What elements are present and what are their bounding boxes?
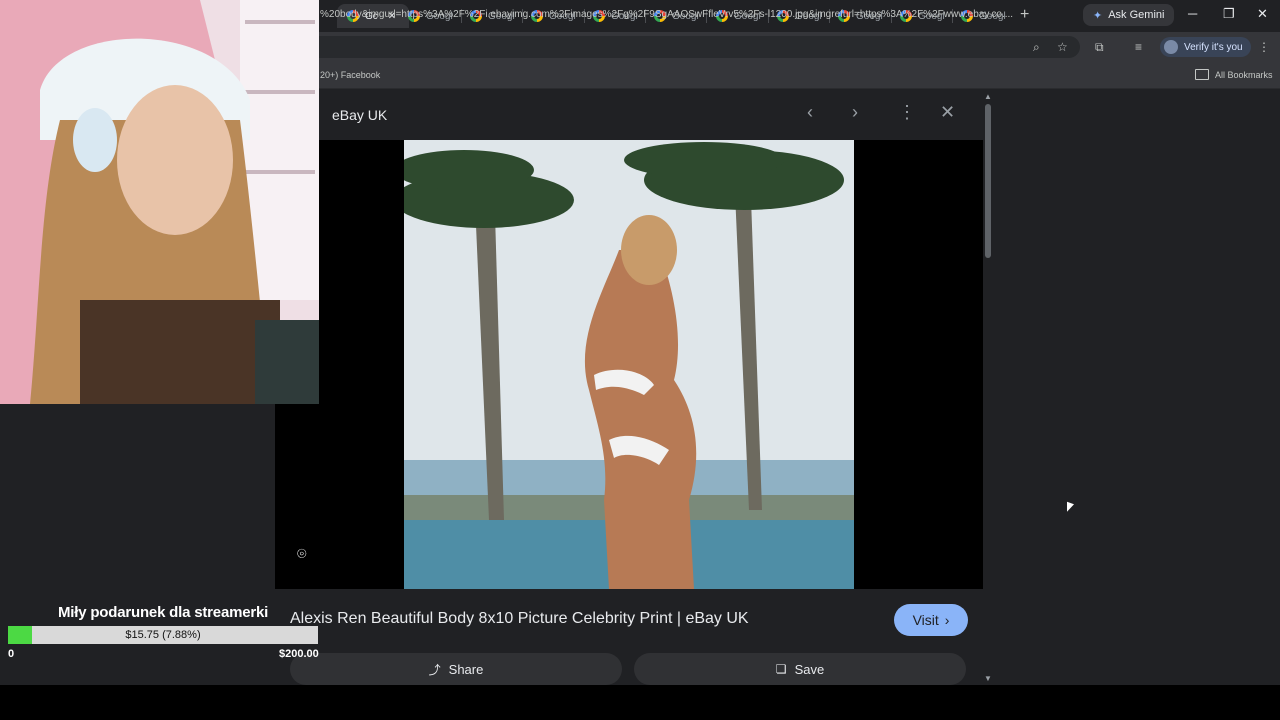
extensions-icon[interactable]: ⧉ — [1095, 40, 1104, 55]
bookmark-facebook[interactable]: 20+) Facebook — [320, 70, 380, 80]
previous-icon[interactable]: ‹ — [807, 102, 813, 123]
save-label: Save — [794, 661, 825, 677]
avatar — [1164, 40, 1178, 54]
bookmark-star-icon[interactable]: ☆ — [1057, 40, 1068, 54]
save-button[interactable]: ❏ Save — [634, 653, 966, 685]
beach-photo-illustration — [404, 140, 854, 589]
goal-max-label: $200.00 — [279, 648, 319, 660]
new-tab-button[interactable]: + — [1020, 6, 1029, 24]
source-title[interactable]: eBay UK — [332, 107, 387, 123]
next-icon[interactable]: › — [852, 102, 858, 123]
gemini-sparkle-icon: ✦ — [1093, 9, 1103, 22]
reading-list-icon[interactable]: ≡ — [1135, 40, 1142, 54]
preview-image[interactable] — [404, 140, 854, 589]
share-button[interactable]: ⤴ Share — [290, 653, 622, 685]
goal-min-label: 0 — [8, 648, 15, 660]
restore-button[interactable]: ❐ — [1223, 6, 1235, 22]
minimize-button[interactable]: ─ — [1188, 6, 1197, 21]
goal-progress-bar: $15.75 (7.88%) — [8, 626, 318, 644]
address-bar[interactable] — [300, 36, 1080, 58]
scroll-down-arrow-icon[interactable]: ▼ — [984, 674, 992, 683]
image-viewer: ⌾ — [275, 140, 983, 589]
share-icon: ⤴ — [428, 662, 441, 677]
streamer-webcam-illustration — [0, 0, 319, 404]
bookmark-icon: ❏ — [775, 662, 787, 676]
all-bookmarks-button[interactable]: All Bookmarks — [1195, 69, 1273, 80]
menu-icon[interactable]: ⋮ — [1258, 40, 1270, 54]
goal-progress-label: $15.75 (7.88%) — [125, 629, 201, 641]
scrollbar-thumb[interactable] — [985, 104, 991, 258]
folder-icon — [1195, 69, 1209, 80]
webcam-overlay — [0, 0, 319, 404]
image-caption[interactable]: Alexis Ren Beautiful Body 8x10 Picture C… — [290, 610, 749, 628]
visit-label: Visit — [912, 612, 939, 628]
ask-gemini-button[interactable]: ✦ Ask Gemini — [1083, 4, 1175, 26]
ask-gemini-label: Ask Gemini — [1108, 9, 1165, 21]
more-options-icon[interactable]: ⋮ — [898, 102, 916, 123]
all-bookmarks-label: All Bookmarks — [1215, 69, 1273, 80]
image-preview-panel: eBay UK ‹ › ⋮ ✕ ⌾ Alexis Ren Beautiful B… — [275, 90, 985, 685]
share-label: Share — [448, 661, 484, 677]
verify-label: Verify it's you — [1184, 41, 1243, 53]
goal-title: Miły podarunek dla streamerki — [58, 604, 269, 621]
chevron-right-icon: › — [944, 612, 950, 628]
close-icon[interactable]: ✕ — [940, 102, 955, 123]
lens-icon[interactable]: ⌾ — [297, 546, 317, 566]
mouse-cursor-icon — [1067, 501, 1074, 515]
donation-goal-widget: Miły podarunek dla streamerki $15.75 (7.… — [0, 600, 330, 670]
url-text[interactable]: %20body&imgurl=https%3A%2F%2Fi.ebayimg.c… — [320, 9, 1013, 20]
visit-button[interactable]: Visit › — [894, 604, 968, 636]
scroll-up-arrow-icon[interactable]: ▲ — [984, 92, 992, 101]
zoom-icon[interactable]: ⌕ — [1033, 40, 1040, 55]
verify-profile-button[interactable]: Verify it's you — [1160, 37, 1251, 57]
close-window-button[interactable]: ✕ — [1257, 6, 1268, 22]
